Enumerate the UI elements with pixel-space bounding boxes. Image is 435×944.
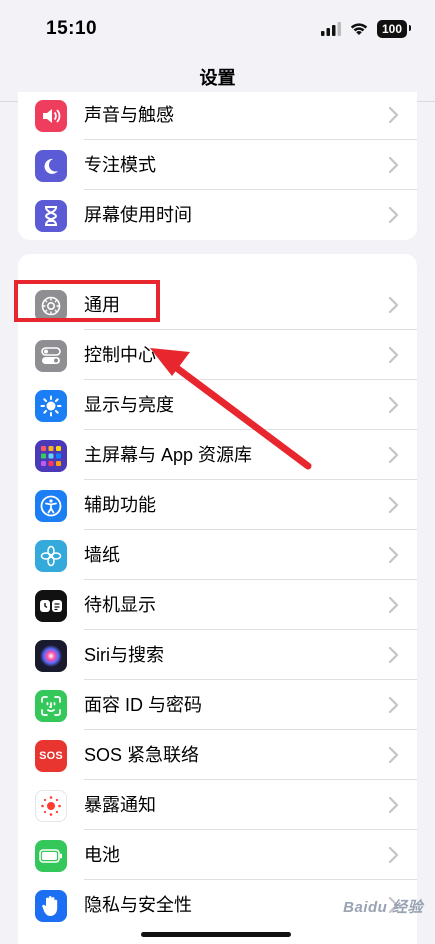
settings-row-exposure[interactable]: 暴露通知 [18, 780, 417, 830]
accessibility-icon [35, 490, 67, 522]
chevron-right-icon [388, 396, 399, 414]
settings-row-label: 待机显示 [84, 595, 156, 615]
sos-icon: SOS [35, 740, 67, 772]
settings-row-sos[interactable]: SOS SOS 紧急联络 [18, 730, 417, 780]
settings-row-label: 专注模式 [84, 155, 156, 175]
chevron-right-icon [388, 206, 399, 224]
chevron-right-icon [388, 746, 399, 764]
chevron-right-icon [388, 446, 399, 464]
settings-row-label: 主屏幕与 App 资源库 [84, 445, 253, 465]
chevron-right-icon [388, 846, 399, 864]
settings-row-label: 电池 [84, 845, 120, 865]
chevron-right-icon [388, 546, 399, 564]
siri-icon [35, 640, 67, 672]
hourglass-icon [35, 200, 67, 232]
flower-icon [35, 540, 67, 572]
page-title: 设置 [199, 68, 236, 88]
settings-group-1: 声音与触感 专注模式 屏幕使用时间 [18, 92, 417, 240]
chevron-right-icon [388, 496, 399, 514]
chevron-right-icon [388, 346, 399, 364]
settings-row-home-screen[interactable]: 主屏幕与 App 资源库 [18, 430, 417, 480]
standby-icon [35, 590, 67, 622]
status-icons: 100 [320, 20, 412, 38]
settings-row-control-center[interactable]: 控制中心 [18, 330, 417, 380]
settings-row-standby[interactable]: 待机显示 [18, 580, 417, 630]
chevron-right-icon [388, 696, 399, 714]
settings-row-focus[interactable]: 专注模式 [18, 140, 417, 190]
exposure-icon [35, 790, 67, 822]
sun-icon [35, 390, 67, 422]
face-id-icon [35, 690, 67, 722]
chevron-right-icon [388, 596, 399, 614]
settings-row-label: 辅助功能 [84, 495, 156, 515]
settings-row-label: SOS 紧急联络 [84, 745, 200, 765]
battery-indicator: 100 [376, 20, 412, 38]
status-time: 15:10 [46, 18, 98, 39]
settings-row-accessibility[interactable]: 辅助功能 [18, 480, 417, 530]
settings-row-screen-time[interactable]: 屏幕使用时间 [18, 190, 417, 240]
settings-row-label: 控制中心 [84, 345, 156, 365]
chevron-right-icon [388, 296, 399, 314]
settings-row-display[interactable]: 显示与亮度 [18, 380, 417, 430]
cellular-signal-icon [320, 22, 341, 36]
chevron-right-icon [388, 646, 399, 664]
settings-row-siri[interactable]: Siri与搜索 [18, 630, 417, 680]
settings-row-face-id[interactable]: 面容 ID 与密码 [18, 680, 417, 730]
hand-icon [35, 890, 67, 922]
sos-icon-text: SOS [39, 750, 63, 762]
watermark: Baidu 经验 [343, 899, 423, 916]
settings-row-battery[interactable]: 电池 [18, 830, 417, 880]
chevron-right-icon [388, 156, 399, 174]
settings-row-label: 暴露通知 [84, 795, 156, 815]
settings-row-label: 屏幕使用时间 [84, 205, 192, 225]
settings-group-2: 通用 控制中心 显示与亮度 主屏幕与 App 资源库 辅助功能 墙纸 待机显示 … [18, 254, 417, 944]
settings-row-label: 隐私与安全性 [84, 895, 192, 915]
settings-row-label: 墙纸 [84, 545, 120, 565]
moon-icon [35, 150, 67, 182]
settings-row-label: 声音与触感 [84, 105, 174, 125]
annotation-highlight-box [14, 280, 160, 322]
wifi-icon [350, 23, 368, 35]
settings-row-wallpaper[interactable]: 墙纸 [18, 530, 417, 580]
home-indicator [141, 932, 291, 937]
settings-row-label: 显示与亮度 [84, 395, 174, 415]
speaker-icon [35, 100, 67, 132]
settings-row-label: 面容 ID 与密码 [84, 695, 203, 715]
status-bar: 15:10 100 [0, 0, 435, 58]
battery-icon [35, 840, 67, 872]
settings-row-sounds[interactable]: 声音与触感 [18, 92, 417, 140]
toggles-icon [35, 340, 67, 372]
chevron-right-icon [388, 106, 399, 124]
chevron-right-icon [388, 796, 399, 814]
settings-row-label: Siri与搜索 [84, 645, 164, 665]
app-grid-icon [35, 440, 67, 472]
